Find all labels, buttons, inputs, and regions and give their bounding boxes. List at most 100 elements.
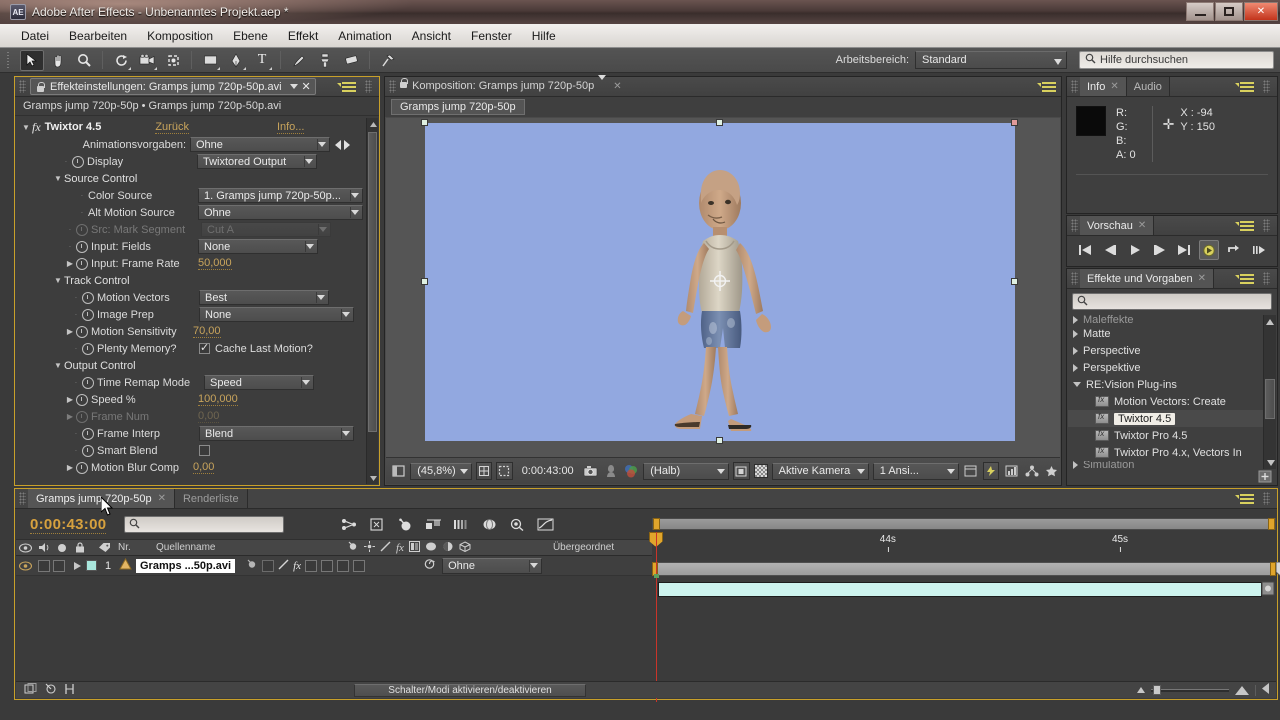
selection-handle-tc[interactable]	[716, 119, 723, 126]
audio-preview-button[interactable]	[1249, 240, 1269, 260]
play-button[interactable]	[1125, 240, 1145, 260]
layer-source-name[interactable]: Gramps ...50p.avi	[136, 558, 236, 573]
layer-frame-blend-switch[interactable]	[305, 559, 318, 572]
tree-item-maleffekte[interactable]: Maleffekte	[1068, 315, 1263, 325]
grid-guides-icon[interactable]	[475, 462, 493, 480]
timeline-graph-area[interactable]: 44s 45s	[649, 510, 1280, 702]
smart-blend-checkbox[interactable]	[199, 445, 210, 456]
layer-label-color[interactable]	[86, 560, 97, 571]
layer-motion-blur-switch[interactable]	[321, 559, 334, 572]
param-twirl-icon[interactable]: ▶	[64, 463, 76, 472]
parent-pickwhip-icon[interactable]	[423, 558, 436, 573]
menu-animation[interactable]: Animation	[329, 26, 400, 46]
stopwatch-icon[interactable]	[76, 257, 88, 270]
adjustment-layer-switch-icon[interactable]	[442, 541, 454, 555]
param-twirl-icon[interactable]: ▶	[64, 327, 76, 336]
color-source-dropdown[interactable]: 1. Gramps jump 720p-50p...	[198, 188, 363, 203]
group-row-output-control[interactable]: ▼ Output Control	[16, 357, 366, 374]
param-twirl-icon[interactable]: ▶	[64, 259, 76, 268]
image-prep-dropdown[interactable]: None	[199, 307, 354, 322]
menu-effekt[interactable]: Effekt	[279, 26, 327, 46]
tab-render-queue[interactable]: Renderliste	[174, 489, 248, 508]
menu-ansicht[interactable]: Ansicht	[403, 26, 460, 46]
tab-audio[interactable]: Audio	[1126, 77, 1170, 96]
stopwatch-icon[interactable]	[82, 376, 94, 389]
type-tool[interactable]: T	[250, 50, 274, 71]
puppet-pin-tool[interactable]	[376, 50, 400, 71]
column-header-number[interactable]: Nr.	[118, 542, 156, 553]
lock-icon[interactable]	[70, 542, 90, 553]
frame-blending-button[interactable]	[64, 683, 75, 698]
effects-scrollbar[interactable]	[1263, 315, 1276, 469]
panel-grip-icon[interactable]	[389, 80, 396, 93]
panel-menu-button[interactable]	[1235, 77, 1277, 96]
comp-canvas[interactable]	[425, 123, 1015, 441]
panel-options-grip-icon[interactable]	[365, 80, 372, 93]
maximize-button[interactable]	[1215, 2, 1243, 21]
table-row[interactable]: 1 Gramps ...50p.avi fx Ohne	[16, 556, 652, 576]
frame-interp-dropdown[interactable]: Blend	[199, 426, 354, 441]
effect-reset-link[interactable]: Zurück	[155, 121, 189, 134]
panel-options-grip-icon[interactable]	[1263, 219, 1270, 232]
panel-menu-button[interactable]	[337, 77, 379, 96]
close-icon[interactable]: ✕	[606, 77, 628, 96]
input-frame-rate-value[interactable]: 50,000	[198, 257, 232, 270]
menu-datei[interactable]: Datei	[12, 26, 58, 46]
tab-info[interactable]: Info ✕	[1080, 77, 1127, 96]
loop-button[interactable]	[1224, 240, 1244, 260]
chevron-down-icon[interactable]	[598, 75, 607, 92]
layer-collapse-switch[interactable]	[262, 559, 275, 572]
stopwatch-icon[interactable]	[82, 342, 94, 355]
timeline-scroll-left-icon[interactable]	[1262, 683, 1270, 697]
fast-previews-icon[interactable]	[982, 462, 1000, 480]
scroll-up-icon[interactable]	[367, 118, 379, 130]
layer-solo-toggle[interactable]	[53, 559, 65, 572]
quality-switch-icon[interactable]	[380, 541, 391, 555]
zoom-in-timeline-icon[interactable]	[1235, 685, 1249, 695]
ram-preview-button[interactable]	[1199, 240, 1220, 260]
effect-twirl-icon[interactable]: ▼	[20, 123, 32, 132]
view-tab-gramps[interactable]: Gramps jump 720p-50p	[391, 99, 525, 115]
comp-flowchart-button[interactable]	[24, 682, 37, 698]
input-fields-dropdown[interactable]: None	[198, 239, 318, 254]
resolution-select[interactable]: (Halb)	[643, 462, 730, 480]
motion-blur-icon[interactable]	[452, 517, 470, 533]
cache-last-motion-checkbox[interactable]	[199, 341, 210, 354]
group-twirl-icon[interactable]: ▼	[52, 276, 64, 285]
composition-viewer[interactable]	[386, 118, 1060, 457]
group-row-track-control[interactable]: ▼ Track Control	[16, 272, 366, 289]
selection-handle-mr[interactable]	[1011, 278, 1018, 285]
transparency-grid-icon[interactable]	[753, 464, 768, 478]
panel-grip-icon[interactable]	[1071, 272, 1078, 285]
column-header-source-name[interactable]: Quellenname	[156, 542, 336, 553]
motion-vectors-dropdown[interactable]: Best	[199, 290, 329, 305]
audio-icon[interactable]	[34, 542, 54, 553]
collapse-transform-icon[interactable]	[364, 540, 375, 555]
panel-menu-button[interactable]	[1235, 216, 1277, 235]
lock-icon[interactable]	[398, 77, 409, 89]
layer-shy-switch[interactable]	[245, 559, 258, 572]
speed-percent-value[interactable]: 100,000	[198, 393, 238, 406]
effects-search-input[interactable]	[1072, 293, 1272, 310]
scrollbar-thumb[interactable]	[368, 132, 377, 432]
next-frame-button[interactable]	[1150, 240, 1170, 260]
time-remap-mode-dropdown[interactable]: Speed	[204, 375, 314, 390]
camera-select[interactable]: Aktive Kamera	[771, 462, 869, 480]
timeline-zoom-scrollbar[interactable]	[652, 518, 1276, 530]
previous-frame-button[interactable]	[1100, 240, 1120, 260]
tab-effects-presets[interactable]: Effekte und Vorgaben ✕	[1080, 269, 1214, 288]
tree-item-simulation[interactable]: Simulation	[1068, 461, 1263, 469]
minimize-button[interactable]	[1186, 2, 1214, 21]
camera-tool[interactable]	[135, 50, 159, 71]
pixel-aspect-correction-icon[interactable]	[963, 462, 979, 480]
tab-timeline-comp[interactable]: Gramps jump 720p-50p ✕	[28, 489, 175, 508]
effects-tree[interactable]: Maleffekte Matte Perspective Perspektive…	[1068, 315, 1263, 469]
hide-shy-layers-button[interactable]	[44, 683, 57, 698]
selection-handle-ml[interactable]	[421, 278, 428, 285]
panel-options-grip-icon[interactable]	[1263, 80, 1270, 93]
effect-about-link[interactable]: Info...	[276, 121, 305, 134]
panel-grip-icon[interactable]	[1071, 219, 1078, 232]
selection-tool[interactable]	[20, 49, 44, 71]
stopwatch-icon[interactable]	[82, 308, 94, 321]
last-frame-button[interactable]	[1174, 240, 1194, 260]
